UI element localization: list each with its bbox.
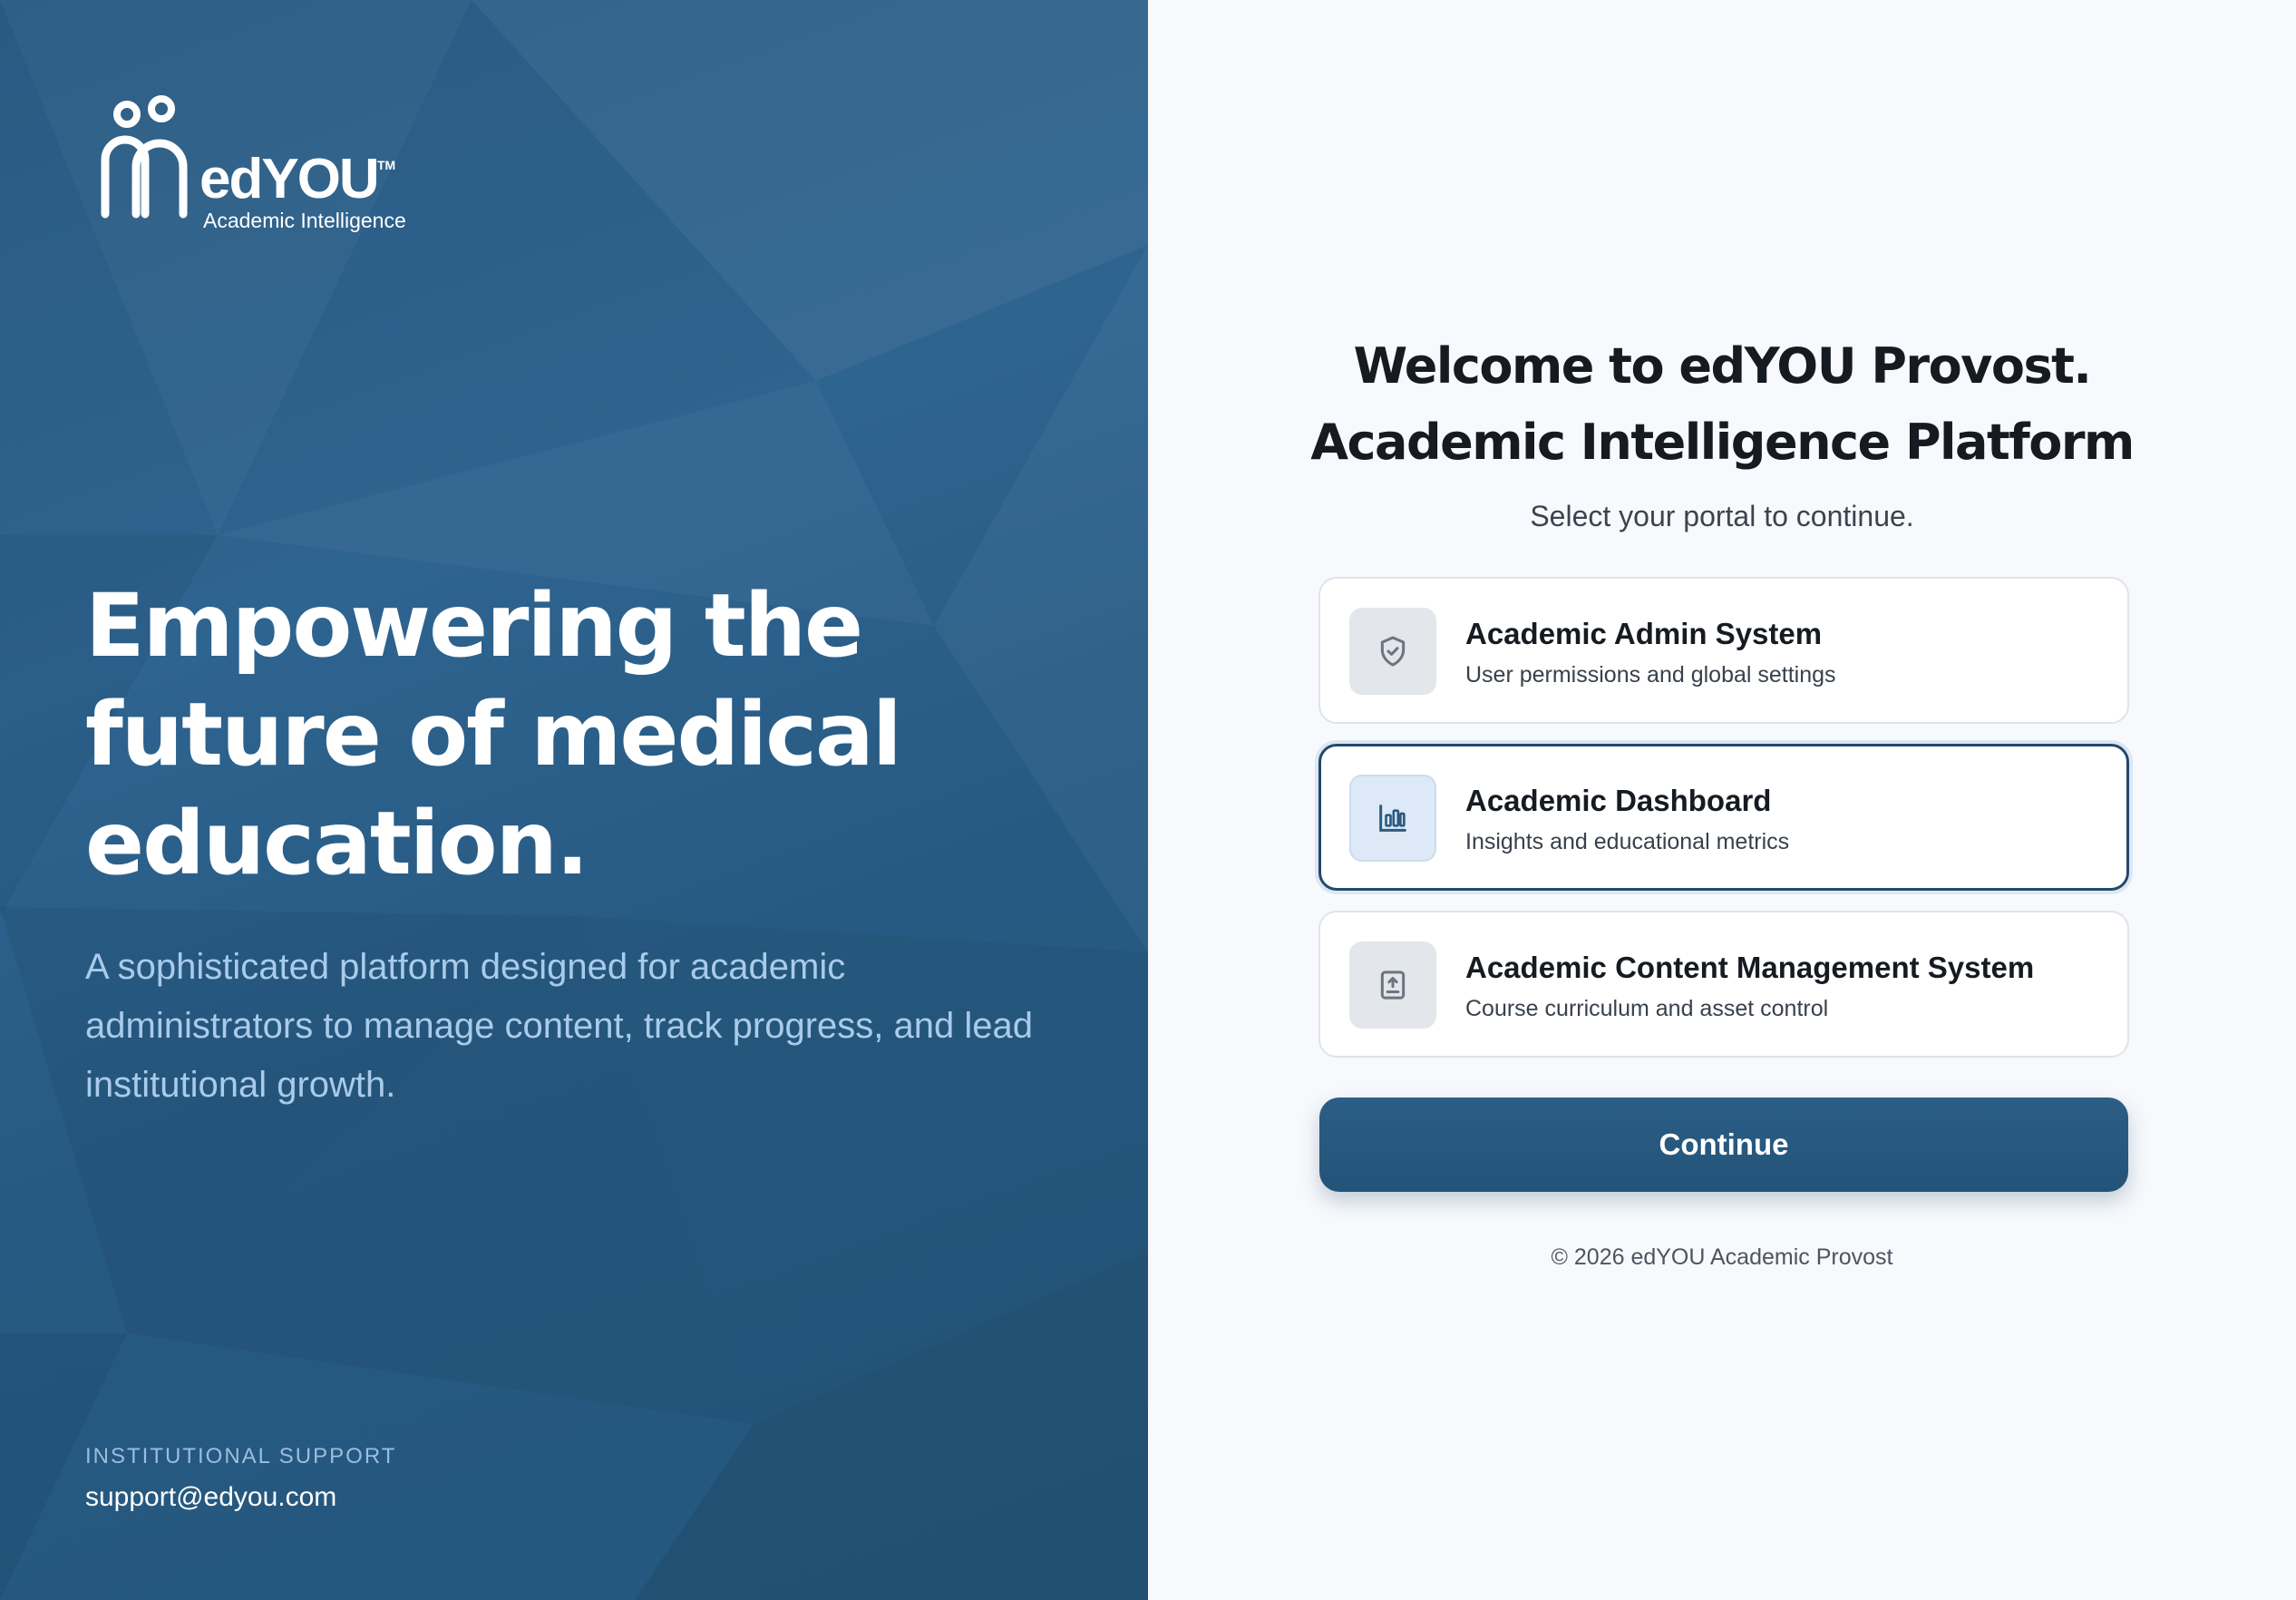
brand-subtitle: Academic Intelligence [203, 209, 406, 232]
hero-headline: Empowering the future of medical educati… [85, 575, 902, 894]
page-title-line1: Welcome to edYOU Provost. [1353, 337, 2092, 395]
portal-panel: Welcome to edYOU Provost. Academic Intel… [1148, 0, 2296, 1600]
hero-panel: edYOU TM Academic Intelligence Empowerin… [0, 0, 1148, 1600]
bar-chart-icon [1379, 805, 1406, 832]
brand-trademark: TM [377, 158, 396, 172]
option-title: Academic Dashboard [1465, 784, 1772, 817]
option-icon-box [1349, 941, 1436, 1029]
support-email-link[interactable]: support@edyou.com [85, 1482, 336, 1513]
option-title: Academic Admin System [1465, 617, 1823, 650]
portal-option-cms[interactable]: Academic Content Management System Cours… [1318, 911, 2129, 1058]
hero-tagline: A sophisticated platform designed for ac… [85, 947, 1033, 1105]
option-title: Academic Content Management System [1465, 951, 2035, 984]
brand-name: edYOU [199, 148, 380, 210]
option-description: Insights and educational metrics [1465, 829, 1790, 854]
page-subtitle: Select your portal to continue. [1530, 500, 1914, 532]
option-description: User permissions and global settings [1465, 662, 1836, 688]
shield-check-icon [1380, 636, 1406, 667]
page-title-line2: Academic Intelligence Platform [1310, 414, 2135, 471]
option-description: Course curriculum and asset control [1465, 996, 1829, 1021]
portal-option-dashboard[interactable]: Academic Dashboard Insights and educatio… [1318, 744, 2129, 891]
continue-button[interactable]: Continue [1319, 1098, 2128, 1192]
upload-document-icon [1380, 971, 1406, 1000]
copyright-footer: © 2026 edYOU Academic Provost [1551, 1244, 1893, 1270]
brand-logo: edYOU TM Academic Intelligence [98, 94, 406, 236]
portal-option-admin[interactable]: Academic Admin System User permissions a… [1318, 577, 2129, 724]
edyou-mark-icon [101, 95, 188, 219]
option-icon-box [1349, 775, 1436, 862]
support-label: INSTITUTIONAL SUPPORT [85, 1444, 397, 1468]
login-page: edYOU TM Academic Intelligence Empowerin… [0, 0, 2296, 1600]
option-icon-box [1349, 608, 1436, 695]
